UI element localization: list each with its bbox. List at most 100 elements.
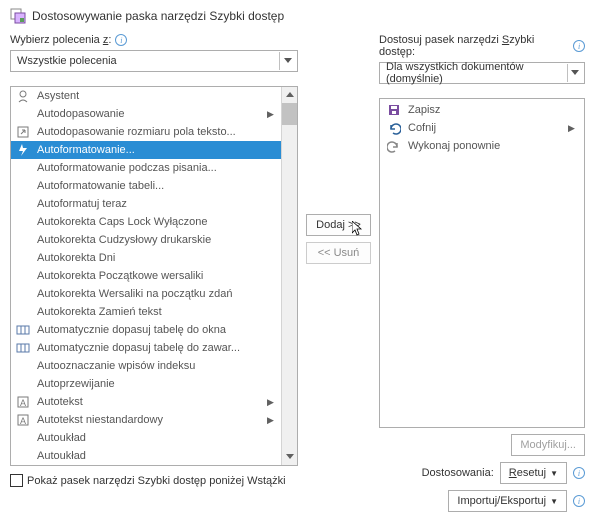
blank-icon — [15, 448, 31, 464]
dropdown-arrow-icon: ▼ — [550, 469, 558, 478]
list-item[interactable]: Autooznaczanie wpisów indeksu — [11, 357, 281, 375]
reset-button[interactable]: Resetuj ▼ — [500, 462, 567, 484]
assistant-icon — [15, 88, 31, 104]
list-item[interactable]: Zapisz — [382, 101, 582, 119]
scroll-down-icon[interactable] — [282, 449, 297, 465]
text-icon: A — [15, 412, 31, 428]
list-item-label: Autoprzewijanie — [37, 378, 277, 390]
info-icon[interactable]: i — [115, 34, 127, 46]
dropdown-arrow-icon: ▼ — [550, 497, 558, 506]
list-item-label: Autoformatowanie... — [37, 144, 277, 156]
list-item[interactable]: Autoukład — [11, 429, 281, 447]
customizations-label: Dostosowania: — [422, 467, 494, 479]
list-item-label: Autoukład — [37, 432, 277, 444]
transfer-buttons: Dodaj >> << Usuń — [306, 34, 371, 270]
show-below-ribbon-row: Pokaż pasek narzędzi Szybki dostęp poniż… — [10, 474, 298, 487]
remove-button[interactable]: << Usuń — [306, 242, 371, 264]
show-below-ribbon-label: Pokaż pasek narzędzi Szybki dostęp poniż… — [27, 475, 286, 487]
list-item[interactable]: A Autotekst ▶ — [11, 393, 281, 411]
list-item-label: Autokorekta Zamień tekst — [37, 306, 277, 318]
list-item[interactable]: Autokorekta Początkowe wersaliki — [11, 267, 281, 285]
list-item-label: Autotekst niestandardowy — [37, 414, 261, 426]
list-item[interactable]: Autoformatowanie podczas pisania... — [11, 159, 281, 177]
list-item-label: Autodopasowanie — [37, 108, 261, 120]
svg-text:A: A — [20, 416, 26, 426]
submenu-arrow-icon: ▶ — [568, 123, 578, 134]
list-item[interactable]: Cofnij▶ — [382, 119, 582, 137]
submenu-arrow-icon: ▶ — [267, 415, 277, 426]
chevron-down-icon — [567, 64, 582, 82]
list-item[interactable]: Autokorekta Wersaliki na początku zdań — [11, 285, 281, 303]
blank-icon — [15, 232, 31, 248]
list-item[interactable]: Autoformatowanie... — [11, 141, 281, 159]
fit-icon — [15, 322, 31, 338]
list-item[interactable]: Autoformatuj teraz — [11, 195, 281, 213]
blank-icon — [15, 106, 31, 122]
list-item[interactable]: Autokorekta Caps Lock Wyłączone — [11, 213, 281, 231]
list-item[interactable]: Automatycznie dopasuj tabelę do zawar... — [11, 339, 281, 357]
list-item-label: Autooznaczanie wpisów indeksu — [37, 360, 277, 372]
list-item-label: Autokorekta Dni — [37, 252, 277, 264]
list-item-label: Autokorekta Początkowe wersaliki — [37, 270, 277, 282]
list-item[interactable]: Autokorekta Dni — [11, 249, 281, 267]
redo-icon — [386, 138, 402, 154]
qat-panel: Dostosuj pasek narzędzi Szybki dostęp: i… — [379, 34, 585, 512]
list-item[interactable]: Autodopasowanie ▶ — [11, 105, 281, 123]
list-item[interactable]: Autoprzewijanie — [11, 375, 281, 393]
info-icon[interactable]: i — [573, 40, 585, 52]
blank-icon — [15, 358, 31, 374]
info-icon[interactable]: i — [573, 467, 585, 479]
list-item[interactable]: Autoformatowanie tabeli... — [11, 177, 281, 195]
blank-icon — [15, 178, 31, 194]
show-below-ribbon-checkbox[interactable] — [10, 474, 23, 487]
add-button[interactable]: Dodaj >> — [306, 214, 371, 236]
list-item[interactable]: Asystent — [11, 87, 281, 105]
blank-icon — [15, 304, 31, 320]
blank-icon — [15, 286, 31, 302]
dialog-header: Dostosowywanie paska narzędzi Szybki dos… — [10, 8, 585, 24]
list-item-label: Wykonaj ponownie — [408, 140, 578, 152]
list-item[interactable]: Autokorekta Cudzysłowy drukarskie — [11, 231, 281, 249]
list-item-label: Autoformatowanie podczas pisania... — [37, 162, 277, 174]
list-item[interactable]: A Autotekst niestandardowy ▶ — [11, 411, 281, 429]
save-icon — [386, 102, 402, 118]
qat-listbox[interactable]: ZapiszCofnij▶ Wykonaj ponownie — [379, 98, 585, 428]
resize-icon — [15, 124, 31, 140]
list-item[interactable]: Autodopasowanie rozmiaru pola teksto... — [11, 123, 281, 141]
submenu-arrow-icon: ▶ — [267, 397, 277, 408]
svg-text:A: A — [20, 398, 26, 408]
scroll-thumb[interactable] — [282, 103, 297, 125]
list-item[interactable]: Wykonaj ponownie — [382, 137, 582, 155]
blank-icon — [15, 250, 31, 266]
customize-qat-label: Dostosuj pasek narzędzi Szybki dostęp: i — [379, 34, 585, 58]
list-item[interactable]: Autoukład — [11, 447, 281, 465]
info-icon[interactable]: i — [573, 495, 585, 507]
list-item-label: Autoformatowanie tabeli... — [37, 180, 277, 192]
bolt-icon — [15, 142, 31, 158]
list-item-label: Autotekst — [37, 396, 261, 408]
modify-button[interactable]: Modyfikuj... — [511, 434, 585, 456]
list-item-label: Autokorekta Cudzysłowy drukarskie — [37, 234, 277, 246]
list-item[interactable]: Bardzo ciasne — [11, 465, 281, 466]
scrollbar[interactable] — [281, 87, 297, 465]
combo-value: Dla wszystkich dokumentów (domyślnie) — [386, 61, 567, 85]
blank-icon — [15, 430, 31, 446]
text-icon: A — [15, 394, 31, 410]
submenu-arrow-icon: ▶ — [267, 109, 277, 120]
choose-commands-combo[interactable]: Wszystkie polecenia — [10, 50, 298, 72]
customize-qat-combo[interactable]: Dla wszystkich dokumentów (domyślnie) — [379, 62, 585, 84]
qat-customize-icon — [10, 8, 26, 24]
blank-icon — [15, 268, 31, 284]
list-item-label: Autokorekta Wersaliki na początku zdań — [37, 288, 277, 300]
blank-icon — [15, 196, 31, 212]
list-item-label: Autokorekta Caps Lock Wyłączone — [37, 216, 277, 228]
list-item-label: Automatycznie dopasuj tabelę do zawar... — [37, 342, 277, 354]
scroll-up-icon[interactable] — [282, 87, 297, 103]
fit-icon — [15, 340, 31, 356]
undo-icon — [386, 120, 402, 136]
list-item[interactable]: Automatycznie dopasuj tabelę do okna — [11, 321, 281, 339]
commands-listbox[interactable]: AsystentAutodopasowanie▶Autodopasowanie … — [10, 86, 298, 466]
import-export-button[interactable]: Importuj/Eksportuj ▼ — [448, 490, 567, 512]
blank-icon — [15, 214, 31, 230]
list-item[interactable]: Autokorekta Zamień tekst — [11, 303, 281, 321]
